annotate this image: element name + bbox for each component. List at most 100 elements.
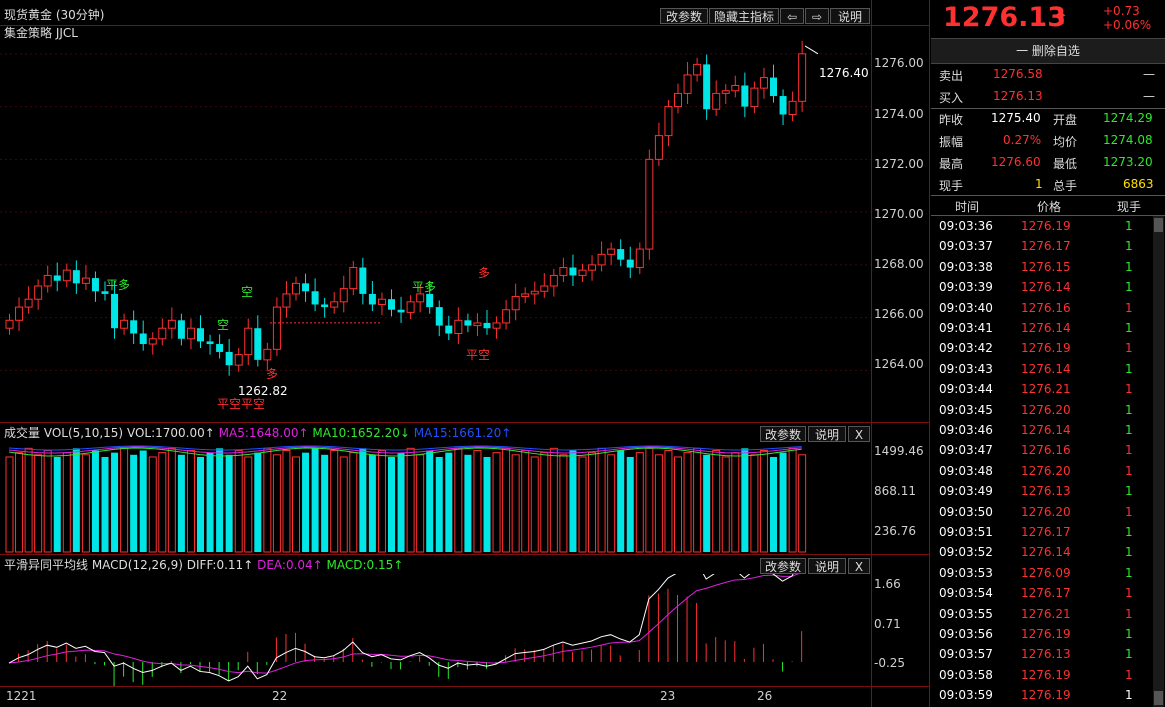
tick-row: 09:03:46 1276.14 1 — [931, 420, 1165, 440]
tick-row: 09:03:52 1276.14 1 — [931, 542, 1165, 562]
volume-bar — [445, 452, 453, 552]
volume-bar — [81, 454, 90, 553]
candle-body — [254, 328, 262, 360]
hide-indicator-button[interactable]: 隐藏主指标 — [709, 8, 779, 24]
tick-time: 09:03:40 — [939, 300, 993, 315]
tick-volume: 1 — [1125, 627, 1133, 641]
tick-time: 09:03:46 — [939, 423, 993, 437]
tick-price: 1276.17 — [1021, 239, 1071, 254]
tick-row: 09:03:51 1276.17 1 — [931, 522, 1165, 542]
divider — [931, 108, 1165, 109]
volume-bar — [674, 456, 682, 553]
volume-bar — [330, 449, 339, 553]
scroll-down-arrow[interactable] — [1154, 691, 1163, 705]
tick-time: 09:03:45 — [939, 402, 993, 417]
volume-bar — [339, 456, 348, 553]
tick-row: 09:03:47 1276.16 1 — [931, 440, 1165, 460]
macd-dea: DEA:0.04↑ — [257, 558, 323, 572]
volume-header: 成交量 VOL(5,10,15) VOL:1700.00↑ MA5:1648.0… — [4, 424, 511, 442]
chart-title: 现货黄金 (30分钟) — [4, 8, 105, 22]
volume-bar — [177, 454, 185, 552]
volume-bar — [721, 456, 730, 553]
volume-bar — [426, 450, 434, 552]
divider — [0, 554, 929, 555]
candle-body — [186, 327, 195, 340]
volume-close-button[interactable]: X — [848, 426, 870, 442]
volume-help-button[interactable]: 说明 — [808, 426, 846, 442]
candle-body — [788, 100, 797, 116]
candle-body — [654, 135, 663, 160]
volume-bar — [741, 448, 749, 552]
candle-body — [741, 85, 749, 107]
tick-time: 09:03:53 — [939, 565, 993, 580]
tick-price: 1276.17 — [1021, 525, 1071, 539]
scroll-left-button[interactable]: ⇦ — [780, 8, 804, 24]
volume-tick: 868.11 — [874, 484, 916, 498]
candle-body — [492, 322, 501, 329]
price-tick: 1272.00 — [874, 157, 924, 171]
candle-body — [388, 299, 395, 310]
candle-body — [282, 293, 291, 308]
macd-help-button[interactable]: 说明 — [808, 558, 846, 574]
candle-body — [770, 77, 777, 97]
tick-time: 09:03:37 — [939, 239, 993, 254]
volume-bar — [578, 456, 587, 553]
last-price-label: 1276.40 — [819, 66, 869, 80]
price-tick: 1266.00 — [874, 307, 924, 321]
tick-price: 1276.17 — [1021, 586, 1071, 601]
help-button[interactable]: 说明 — [830, 8, 870, 24]
candle-body — [158, 327, 167, 340]
candle-body — [225, 351, 233, 366]
volume-bar — [349, 452, 358, 553]
scroll-right-button[interactable]: ⇨ — [805, 8, 829, 24]
tick-volume: 1 — [1125, 219, 1133, 233]
params-button[interactable]: 改参数 — [660, 8, 708, 24]
date-tick: 22 — [272, 689, 288, 703]
main-panel: 现货黄金 (30分钟) 集金策略 JJCL 改参数 隐藏主指标 ⇦ ⇨ 说明 1… — [0, 0, 930, 707]
candle-body — [24, 298, 33, 308]
candle-body — [339, 288, 348, 303]
current-volume-label: 现手 — [939, 179, 964, 193]
volume-params-button[interactable]: 改参数 — [760, 426, 806, 442]
price-change-pct: +0.06% — [1103, 18, 1152, 32]
tick-time: 09:03:54 — [939, 586, 993, 601]
macd-close-button[interactable]: X — [848, 558, 870, 574]
tick-row: 09:03:42 1276.19 1 — [931, 338, 1165, 358]
candle-body — [712, 92, 721, 110]
macd-params-button[interactable]: 改参数 — [760, 558, 806, 574]
volume-bar — [311, 448, 319, 552]
volume-bar — [111, 452, 119, 552]
volume-bar — [770, 456, 777, 552]
candle-body — [139, 333, 147, 345]
tick-row: 09:03:41 1276.14 1 — [931, 318, 1165, 338]
volume-bar — [206, 452, 214, 552]
tick-volume: 1 — [1125, 647, 1133, 662]
volume-bar — [292, 456, 300, 553]
candle-body — [177, 320, 185, 339]
candle-body — [530, 290, 539, 295]
divider — [0, 422, 929, 423]
macd-diff: DIFF:0.11↑ — [186, 558, 254, 572]
candle-body — [234, 354, 243, 366]
candle-body — [445, 325, 453, 334]
volume-ma15: MA15:1661.20↑ — [413, 426, 512, 440]
scroll-up-arrow[interactable] — [1154, 218, 1163, 232]
volume-bar — [664, 449, 673, 553]
volume-bar — [62, 452, 71, 553]
tick-time: 09:03:59 — [939, 688, 993, 703]
tick-volume: 1 — [1125, 504, 1133, 519]
tick-row: 09:03:43 1276.14 1 — [931, 359, 1165, 379]
volume-tick: 236.76 — [874, 524, 916, 538]
tick-row: 09:03:45 1276.20 1 — [931, 400, 1165, 420]
candle-body — [588, 264, 597, 271]
macd-value: MACD:0.15↑ — [326, 558, 404, 572]
remove-watchlist-button[interactable]: 一 删除自选 — [931, 42, 1165, 59]
sell-label: 卖出 — [939, 69, 964, 83]
tick-row: 09:03:50 1276.20 1 — [931, 502, 1165, 522]
volume-bar — [473, 449, 482, 553]
high-value: 1276.60 — [991, 155, 1041, 169]
volume-bar — [530, 456, 539, 553]
candle-body — [244, 327, 253, 356]
tick-row: 09:03:54 1276.17 1 — [931, 583, 1165, 603]
ticks-scrollbar[interactable] — [1153, 216, 1164, 707]
